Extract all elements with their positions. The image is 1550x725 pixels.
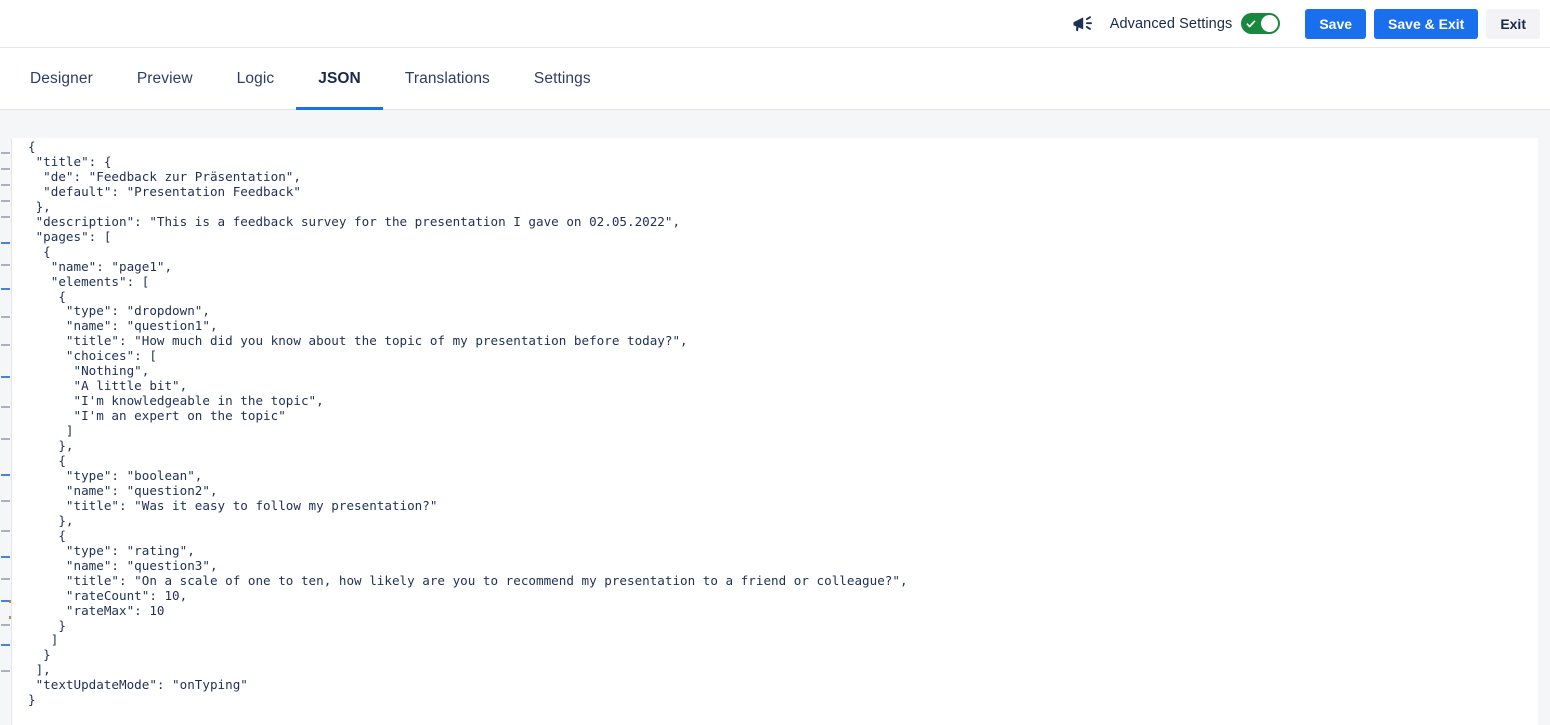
tab-translations[interactable]: Translations <box>383 48 512 109</box>
tab-preview-label: Preview <box>136 69 193 87</box>
check-icon <box>1246 20 1256 27</box>
editor-top-strip <box>0 110 1538 138</box>
tab-logic[interactable]: Logic <box>215 48 297 109</box>
save-button[interactable]: Save <box>1305 8 1367 39</box>
megaphone-icon <box>1066 11 1100 37</box>
tab-preview[interactable]: Preview <box>115 48 215 109</box>
exit-button[interactable]: Exit <box>1486 8 1540 39</box>
json-editor-panel: { "title": { "de": "Feedback zur Präsent… <box>0 110 1550 725</box>
tab-json-label: JSON <box>318 69 361 87</box>
toggle-knob <box>1261 15 1279 32</box>
json-editor-surface[interactable]: { "title": { "de": "Feedback zur Präsent… <box>0 138 1538 725</box>
advanced-settings-label: Advanced Settings <box>1109 15 1233 32</box>
toolbar-actions: Advanced Settings Save Save & Exit Exit <box>1066 8 1540 39</box>
advanced-settings-toggle[interactable] <box>1241 13 1281 34</box>
editor-minimap-ruler[interactable] <box>0 138 12 725</box>
save-and-exit-button[interactable]: Save & Exit <box>1374 8 1479 39</box>
json-code-content[interactable]: { "title": { "de": "Feedback zur Präsent… <box>28 139 908 708</box>
tab-designer-label: Designer <box>30 69 93 87</box>
top-toolbar: Advanced Settings Save Save & Exit Exit <box>0 0 1550 48</box>
tab-logic-label: Logic <box>236 69 275 87</box>
tab-settings[interactable]: Settings <box>512 48 613 109</box>
tab-bar: Designer Preview Logic JSON Translations… <box>0 48 1550 110</box>
tab-json[interactable]: JSON <box>296 48 383 110</box>
tab-designer[interactable]: Designer <box>8 48 115 109</box>
survey-creator-app: Advanced Settings Save Save & Exit Exit … <box>0 0 1550 725</box>
tab-translations-label: Translations <box>404 69 490 87</box>
tab-settings-label: Settings <box>533 69 591 87</box>
